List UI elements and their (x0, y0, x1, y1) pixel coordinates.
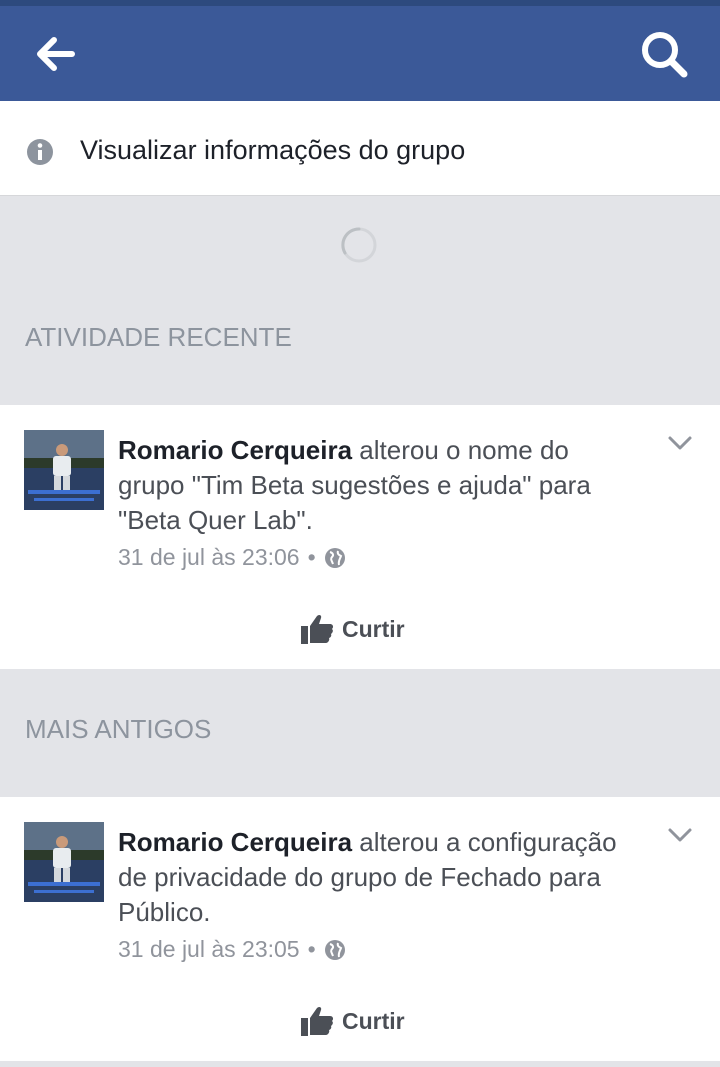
thumbs-up-icon (301, 614, 334, 644)
like-label: Curtir (342, 1007, 405, 1034)
group-info-label: Visualizar informações do grupo (80, 135, 466, 165)
thumbs-up-icon (301, 1006, 334, 1036)
search-icon (642, 32, 688, 78)
group-info-row[interactable]: Visualizar informações do grupo (0, 101, 720, 196)
top-navigation-bar (0, 6, 720, 101)
globe-icon (324, 547, 345, 568)
activity-post: Romario Cerqueira alterou o nome do grup… (0, 405, 720, 669)
like-label: Curtir (342, 615, 405, 642)
author-name[interactable]: Romario Cerqueira (118, 827, 352, 857)
post-text: Romario Cerqueira alterou a configuração… (118, 825, 638, 930)
like-button[interactable]: Curtir (300, 999, 430, 1043)
arrow-left-icon (37, 37, 75, 71)
search-button[interactable] (636, 28, 694, 82)
section-title-older: MAIS ANTIGOS (25, 714, 212, 744)
globe-icon (324, 939, 345, 960)
chevron-down-icon[interactable] (666, 825, 694, 845)
post-timestamp[interactable]: 31 de jul às 23:06 (118, 544, 300, 571)
chevron-down-icon[interactable] (666, 433, 694, 453)
post-timestamp[interactable]: 31 de jul às 23:05 (118, 936, 300, 963)
info-icon (27, 139, 53, 165)
like-button[interactable]: Curtir (300, 607, 430, 651)
post-meta: 31 de jul às 23:05 • (118, 936, 346, 963)
section-title-recent-activity: ATIVIDADE RECENTE (25, 322, 292, 352)
loading-spinner-icon (341, 227, 377, 263)
author-name[interactable]: Romario Cerqueira (118, 435, 352, 465)
meta-separator: • (307, 544, 316, 570)
post-text: Romario Cerqueira alterou o nome do grup… (118, 433, 638, 538)
meta-separator: • (307, 936, 316, 962)
avatar[interactable] (24, 822, 104, 902)
post-meta: 31 de jul às 23:06 • (118, 544, 346, 571)
activity-post: Romario Cerqueira alterou a configuração… (0, 797, 720, 1061)
back-button[interactable] (30, 32, 80, 76)
avatar[interactable] (24, 430, 104, 510)
